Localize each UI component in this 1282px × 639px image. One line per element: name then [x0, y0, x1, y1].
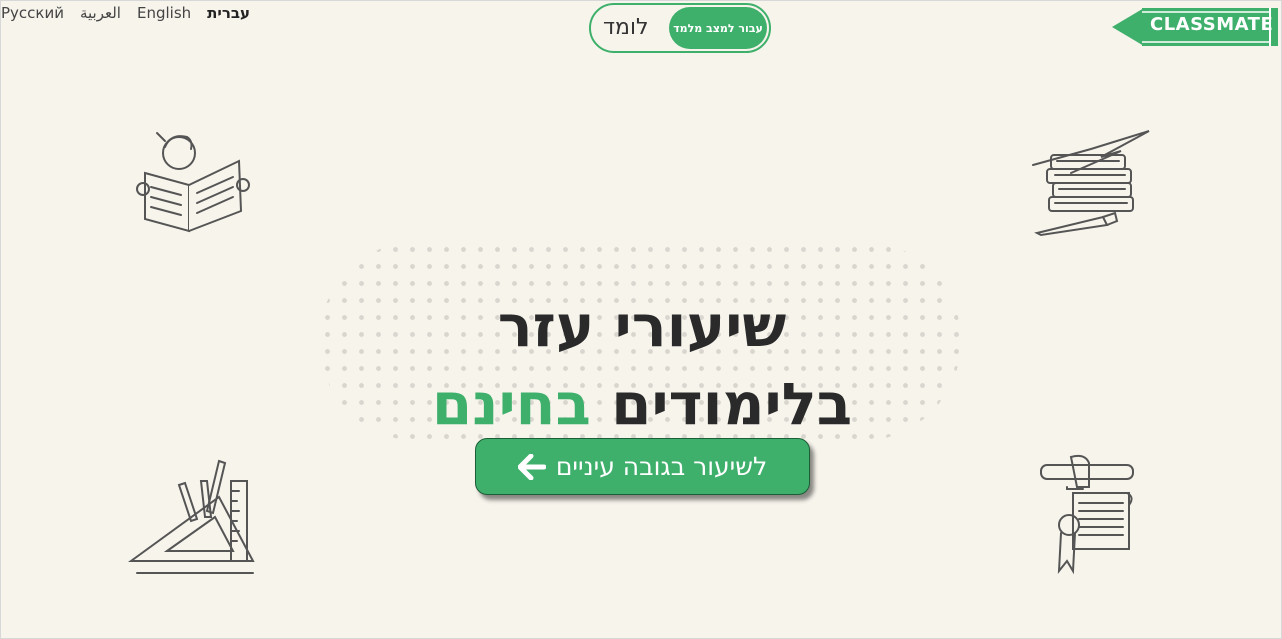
- language-selector: Русский العربية English עברית: [1, 4, 250, 22]
- mode-toggle-knob[interactable]: עבור למצב מלמד: [669, 7, 767, 49]
- cta-button[interactable]: לשיעור בגובה עיניים: [475, 438, 810, 495]
- mode-toggle[interactable]: לומד עבור למצב מלמד: [589, 3, 771, 53]
- books-pencil-icon: [1032, 130, 1150, 237]
- ruler-triangle-icon: [127, 459, 255, 574]
- scroll-hand-icon: [1040, 454, 1134, 575]
- headline-line1: שיעורי עזר: [497, 292, 787, 360]
- lang-english[interactable]: English: [137, 4, 191, 22]
- headline-line2: בלימודים בחינם: [1, 375, 1282, 433]
- headline-line2-highlight: בחינם: [431, 370, 591, 438]
- headline-line2-prefix: בלימודים: [611, 370, 853, 438]
- lang-russian[interactable]: Русский: [1, 4, 64, 22]
- logo[interactable]: CLASSMATE: [1112, 6, 1278, 48]
- arrow-left-icon: [517, 453, 546, 480]
- lang-arabic[interactable]: العربية: [80, 4, 121, 22]
- cta-label: לשיעור בגובה עיניים: [555, 452, 768, 481]
- reading-student-icon: [136, 132, 250, 233]
- lang-hebrew[interactable]: עברית: [207, 4, 250, 22]
- logo-text: CLASSMATE: [1150, 14, 1274, 35]
- mode-toggle-inactive-label: לומד: [603, 15, 649, 40]
